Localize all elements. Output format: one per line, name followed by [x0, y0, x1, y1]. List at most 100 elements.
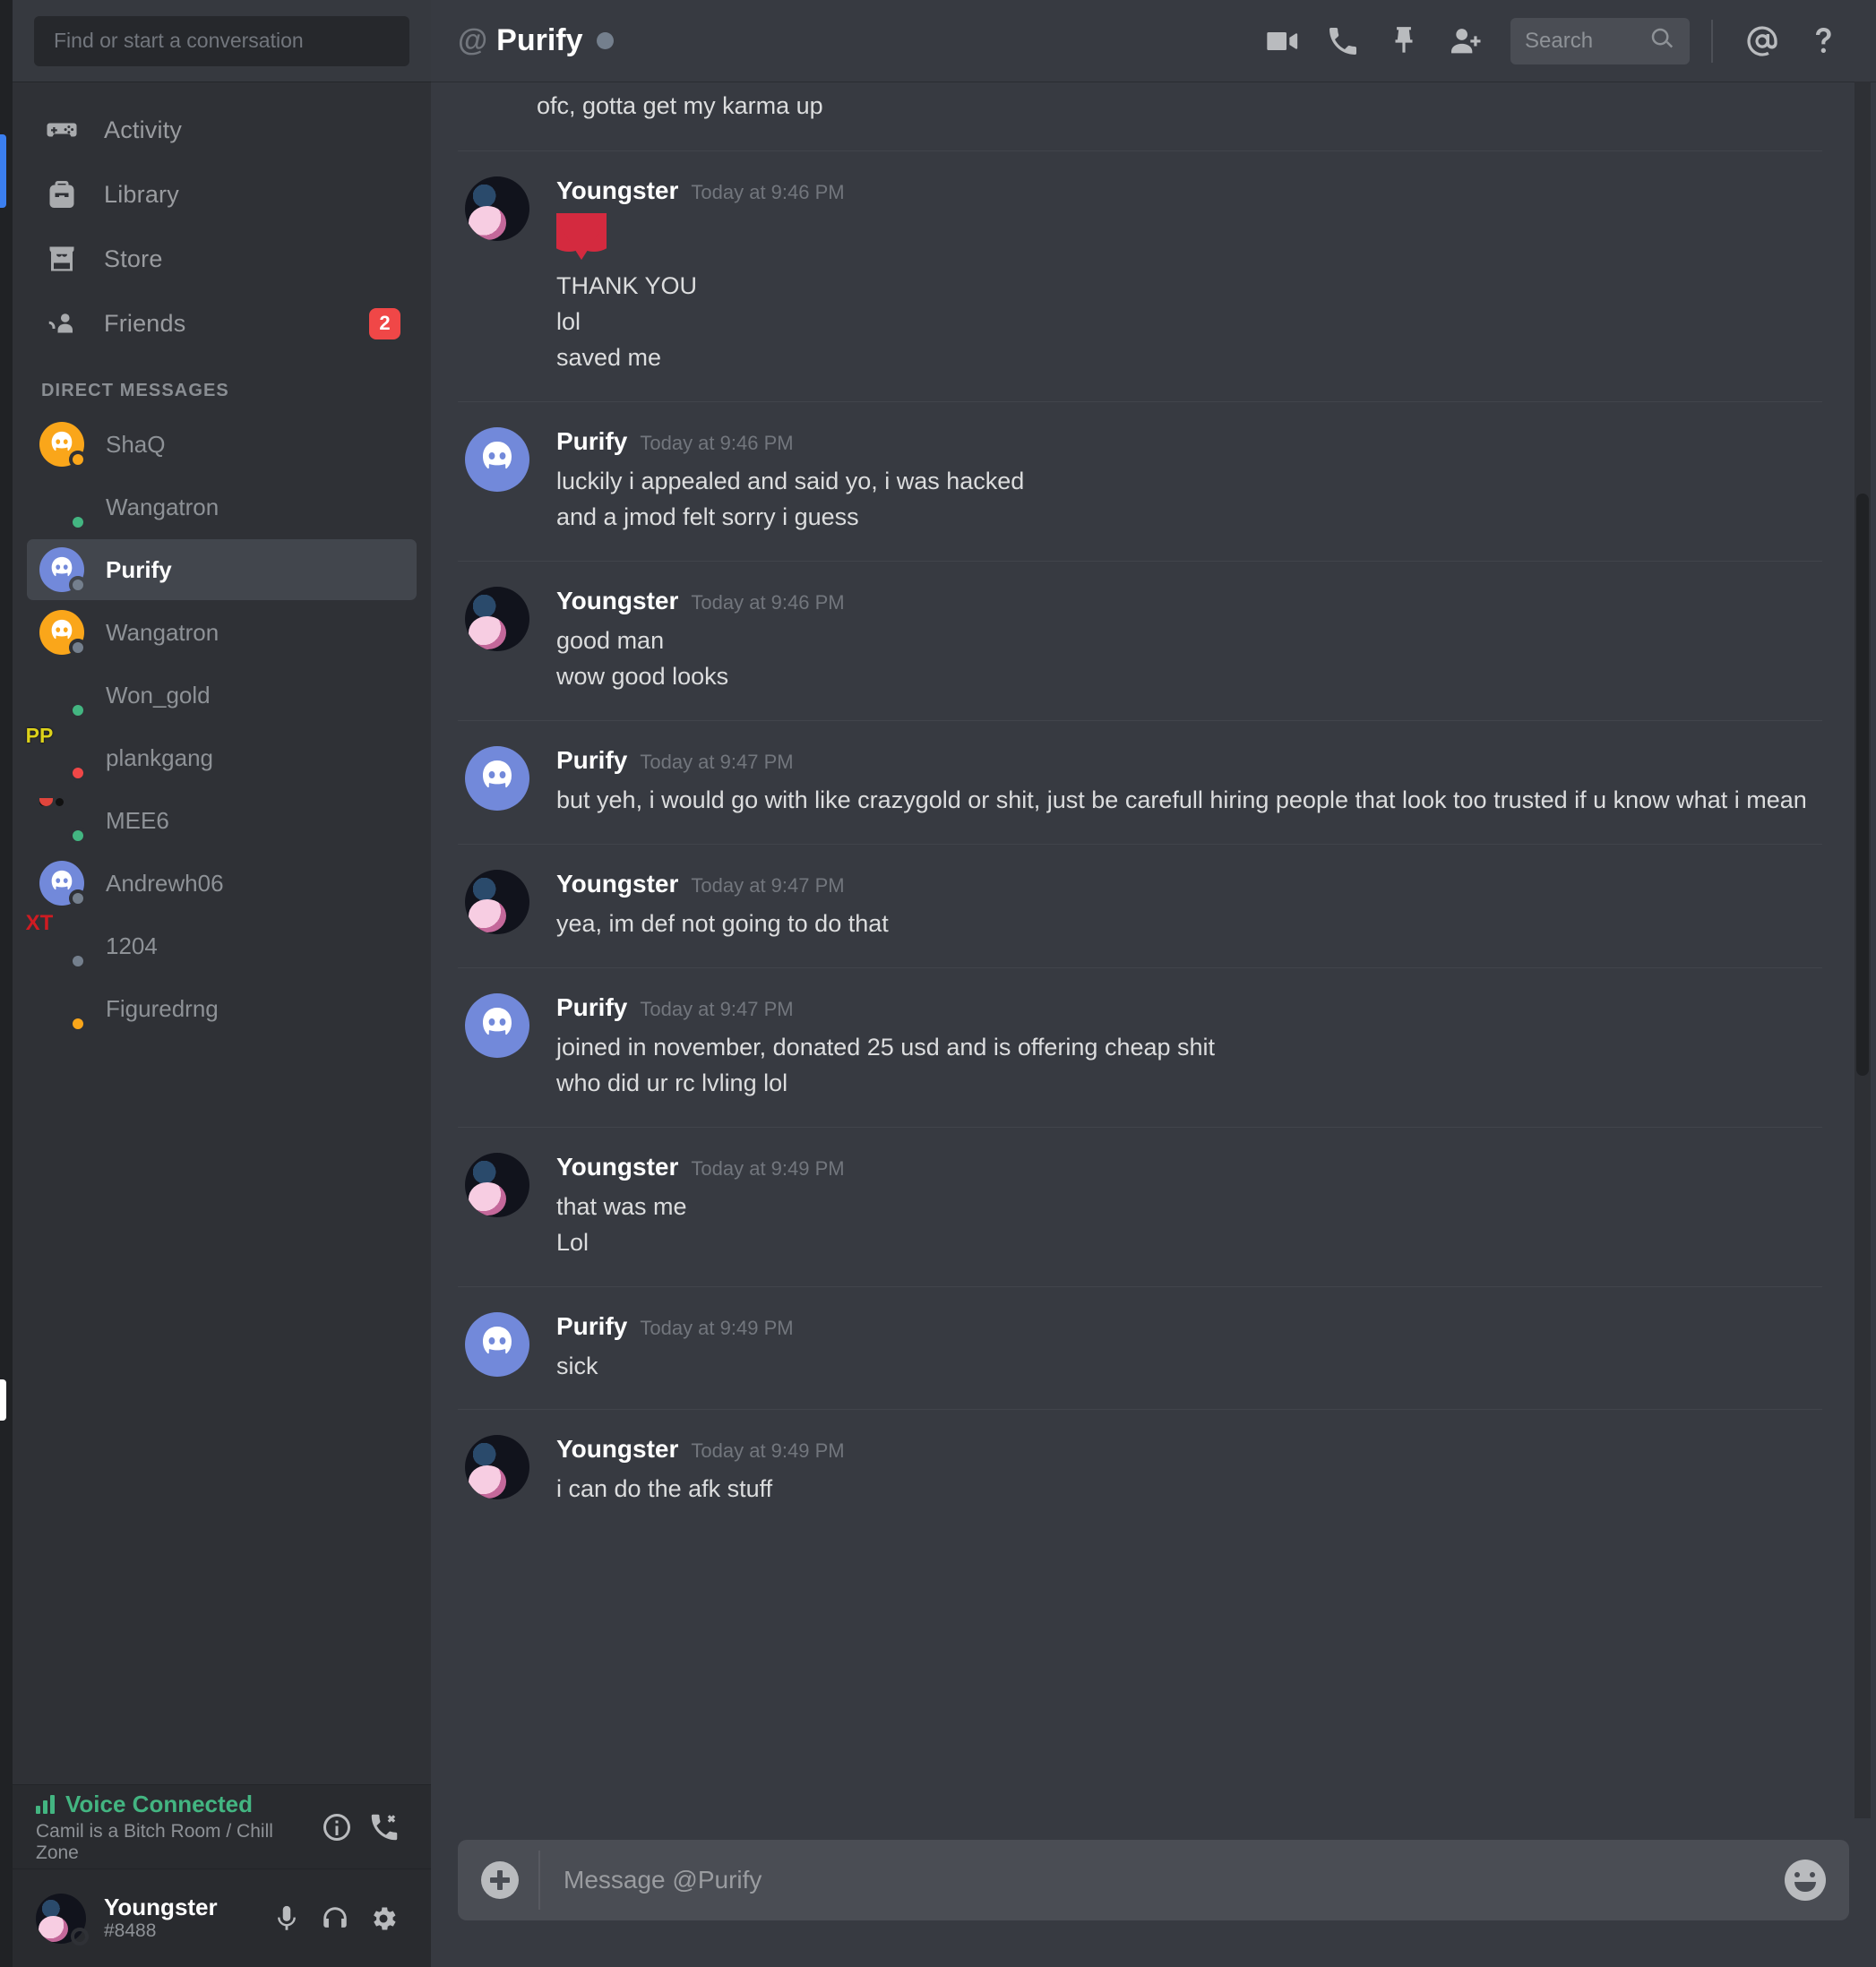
- microphone-icon[interactable]: [262, 1894, 311, 1943]
- dm-list-item-figuredrng-9[interactable]: Figuredrng: [27, 978, 417, 1039]
- sidebar-scroll-area[interactable]: Activity Library Store Friends 2 DIRECT …: [13, 82, 431, 1784]
- dm-list-item-wangatron-3[interactable]: Wangatron: [27, 602, 417, 663]
- message-group: Purify Today at 9:47 PM joined in november…: [458, 966, 1822, 1127]
- avatar[interactable]: [458, 745, 529, 819]
- header-divider: [1711, 19, 1713, 63]
- avatar-image: [465, 992, 529, 1058]
- message-line: who did ur rc lvling lol: [556, 1069, 788, 1096]
- avatar: [39, 986, 87, 1033]
- avatar[interactable]: [458, 586, 529, 695]
- message-body: Purify Today at 9:49 PM sick: [556, 1312, 1822, 1385]
- plus-icon[interactable]: [481, 1861, 519, 1899]
- avatar[interactable]: [458, 869, 529, 942]
- avatar[interactable]: [458, 1152, 529, 1261]
- chat-scrollbar[interactable]: [1854, 82, 1871, 1818]
- message-line: saved me: [556, 344, 662, 372]
- sidebar-item-library[interactable]: Library: [27, 167, 417, 221]
- dm-list-item-plankgang-5[interactable]: plankgang: [27, 727, 417, 788]
- message-line: lol: [556, 308, 581, 336]
- active-guild-indicator: [0, 134, 6, 208]
- backpack-icon: [41, 174, 82, 215]
- heart-emoji-icon: [556, 213, 1822, 261]
- search-input[interactable]: Search: [1510, 17, 1690, 64]
- help-icon[interactable]: [1795, 13, 1851, 69]
- message-author[interactable]: Youngster: [556, 587, 678, 615]
- dm-name-label: Wangatron: [106, 493, 219, 520]
- message-body: Youngster Today at 9:46 PM good man wow goo…: [556, 587, 1822, 695]
- avatar-image: [465, 1435, 529, 1500]
- message-composer[interactable]: [458, 1840, 1849, 1920]
- message-header: Purify Today at 9:46 PM: [556, 427, 1822, 456]
- storefront-icon: [41, 238, 82, 279]
- message-line: Lol: [556, 1228, 589, 1256]
- current-user-name: Youngster: [104, 1893, 218, 1920]
- avatar-image: [465, 1152, 529, 1217]
- status-dot-offline: [69, 952, 87, 970]
- dm-list-item-mee6-6[interactable]: MEE6: [27, 790, 417, 851]
- dm-list-item-shaq-0[interactable]: ShaQ: [27, 414, 417, 475]
- dm-list-item-andrewh06-7[interactable]: Andrewh06: [27, 853, 417, 914]
- dm-list-item-won_gold-4[interactable]: Won_gold: [27, 665, 417, 726]
- info-icon[interactable]: [314, 1803, 361, 1851]
- chat-header: @ Purify Search: [431, 0, 1876, 82]
- friends-icon: [41, 303, 82, 344]
- message-body: Purify Today at 9:46 PM luckily i appealed…: [556, 427, 1822, 536]
- message-author[interactable]: Purify: [556, 427, 627, 456]
- gear-icon[interactable]: [359, 1894, 408, 1943]
- status-dot-idle: [69, 1015, 87, 1033]
- message-author[interactable]: Youngster: [556, 1435, 678, 1464]
- find-conversation-input[interactable]: [34, 15, 409, 66]
- headphones-icon[interactable]: [311, 1894, 359, 1943]
- message-author[interactable]: Youngster: [556, 870, 678, 898]
- sidebar-item-label: Friends: [104, 309, 186, 337]
- message-author[interactable]: Purify: [556, 1312, 627, 1341]
- avatar[interactable]: [458, 427, 529, 536]
- message-author[interactable]: Youngster: [556, 1153, 678, 1181]
- message-line: ofc, gotta get my karma up: [537, 92, 823, 119]
- message-header: Youngster Today at 9:49 PM: [556, 1153, 1822, 1181]
- call-disconnect-icon[interactable]: [360, 1803, 408, 1851]
- dm-name-label: Won_gold: [106, 681, 211, 709]
- dm-list-item-1204-8[interactable]: 1204: [27, 915, 417, 976]
- message-input[interactable]: [564, 1866, 1785, 1894]
- emoji-icon[interactable]: [1785, 1860, 1826, 1901]
- sidebar-item-label: Library: [104, 180, 179, 208]
- avatar[interactable]: [458, 1311, 529, 1385]
- message-header: Purify Today at 9:47 PM: [556, 746, 1822, 775]
- avatar: [39, 923, 87, 970]
- messages-viewport[interactable]: ofc, gotta get my karma up Youngster Toda…: [431, 82, 1876, 1818]
- message-author[interactable]: Purify: [556, 993, 627, 1022]
- signal-strength-icon: [36, 1794, 55, 1814]
- sidebar-item-store[interactable]: Store: [27, 232, 417, 286]
- avatar[interactable]: [458, 176, 529, 376]
- message-body: Purify Today at 9:47 PM but yeh, i would g…: [556, 746, 1822, 819]
- message-author[interactable]: Purify: [556, 746, 627, 775]
- search-placeholder: Search: [1525, 28, 1594, 53]
- sidebar-item-label: Activity: [104, 116, 183, 143]
- message-line: and a jmod felt sorry i guess: [556, 502, 859, 530]
- message-line: that was me: [556, 1192, 687, 1220]
- dm-name-label: Figuredrng: [106, 994, 219, 1022]
- avatar[interactable]: [458, 992, 529, 1102]
- avatar: [39, 735, 87, 782]
- status-dot-dnd: [69, 764, 87, 782]
- pin-icon[interactable]: [1376, 13, 1432, 69]
- add-friend-icon[interactable]: [1437, 13, 1493, 69]
- message-group: Youngster Today at 9:47 PM yea, im def not…: [458, 843, 1822, 967]
- dm-list-item-wangatron-1[interactable]: Wangatron: [27, 477, 417, 537]
- message-line: THANK YOU: [556, 272, 698, 300]
- message-line: sick: [556, 1352, 598, 1379]
- message-group: Youngster Today at 9:49 PM that was me Lol: [458, 1126, 1822, 1286]
- voice-call-icon[interactable]: [1315, 13, 1371, 69]
- video-call-icon[interactable]: [1254, 13, 1310, 69]
- sidebar-item-friends[interactable]: Friends 2: [27, 296, 417, 350]
- avatar[interactable]: [36, 1893, 89, 1946]
- mentions-icon[interactable]: [1734, 13, 1790, 69]
- message-body: Youngster Today at 9:46 PM THANK YOU lol sav…: [556, 176, 1822, 376]
- avatar[interactable]: [458, 1435, 529, 1507]
- dm-list-item-purify-2[interactable]: Purify: [27, 539, 417, 600]
- message-author[interactable]: Youngster: [556, 176, 678, 205]
- sidebar-item-activity[interactable]: Activity: [27, 103, 417, 157]
- scrollbar-thumb[interactable]: [1856, 494, 1869, 1076]
- avatar: [39, 485, 87, 531]
